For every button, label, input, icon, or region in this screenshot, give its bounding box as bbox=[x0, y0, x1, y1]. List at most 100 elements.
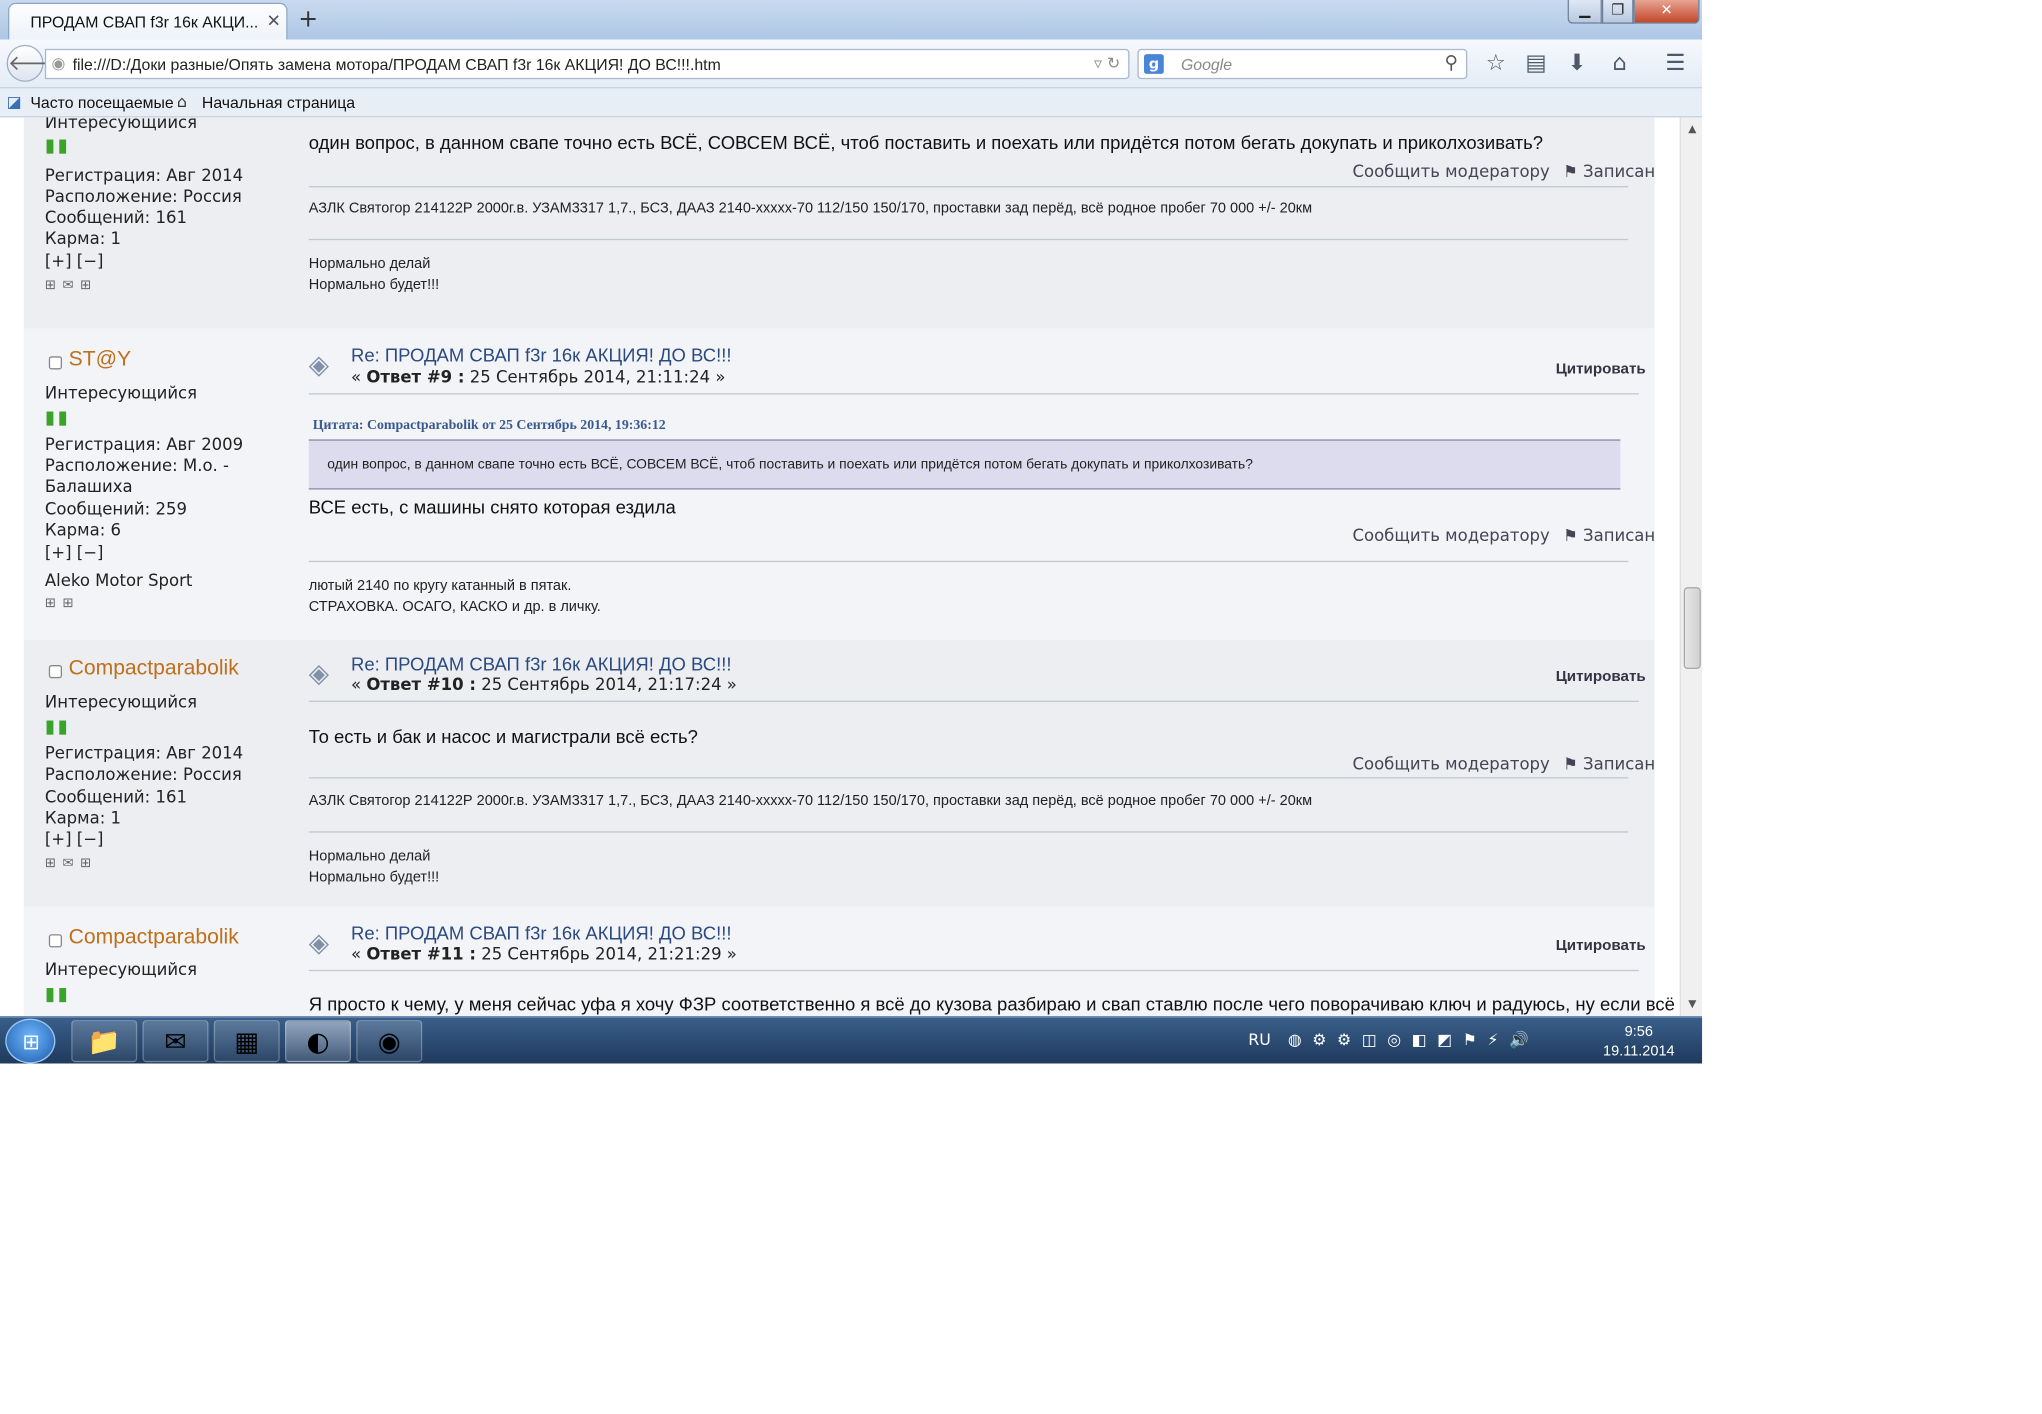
address-bar[interactable]: ◉ file:///D:/Доки разные/Опять замена мо… bbox=[44, 48, 1130, 80]
logged-label: Записан bbox=[1583, 160, 1656, 181]
search-input-placeholder: Google bbox=[1180, 55, 1233, 74]
signature-line: Нормально будет!!! bbox=[308, 277, 440, 293]
tab-strip: ПРОДАМ СВАП f3r 16к АКЦИ... ✕ + ▁ ❐ ✕ bbox=[0, 0, 1703, 40]
online-status-icon bbox=[48, 934, 63, 948]
firefox-icon: ◐ bbox=[306, 1025, 330, 1057]
start-button[interactable]: ⊞ bbox=[5, 1018, 56, 1064]
post-title[interactable]: Re: ПРОДАМ СВАП f3r 16к АКЦИЯ! ДО ВС!!! bbox=[351, 344, 732, 365]
scroll-up-icon[interactable]: ▲ bbox=[1681, 120, 1702, 138]
search-icon[interactable]: ⚲ bbox=[1445, 53, 1459, 74]
minimize-button[interactable]: ▁ bbox=[1567, 0, 1602, 24]
windows-logo-icon: ⊞ bbox=[22, 1029, 41, 1055]
author-messages: Сообщений: 161 bbox=[44, 786, 187, 807]
taskbar-network-app[interactable]: ◉ bbox=[356, 1019, 423, 1063]
language-indicator[interactable]: RU bbox=[1248, 1031, 1271, 1049]
logged-label: Записан bbox=[1583, 525, 1656, 545]
screen: ПРОДАМ СВАП f3r 16к АКЦИ... ✕ + ▁ ❐ ✕ 🡐 … bbox=[0, 0, 2042, 1414]
rank-stars-icon: ▮▮ bbox=[44, 716, 71, 738]
tab-active[interactable]: ПРОДАМ СВАП f3r 16к АКЦИ... ✕ bbox=[7, 2, 288, 40]
signature-car: АЗЛК Святогор 214122Р 2000г.в. УЗАМ3317 … bbox=[308, 793, 1313, 809]
signature-line: СТРАХОВКА. ОСАГО, КАСКО и др. в личку. bbox=[308, 599, 601, 615]
rank-stars-icon: ▮▮ bbox=[44, 984, 71, 1006]
search-box[interactable]: g Google ⚲ bbox=[1137, 48, 1468, 80]
new-tab-button[interactable]: + bbox=[298, 5, 318, 33]
google-icon[interactable]: g bbox=[1144, 54, 1164, 74]
logged-icon: ⚑ bbox=[1562, 160, 1584, 181]
author-location-cont: Балашиха bbox=[44, 476, 133, 497]
signature-line: Нормально делай bbox=[308, 848, 431, 865]
reload-icon[interactable]: ▿ ↻ bbox=[1094, 54, 1120, 72]
clock-date: 19.11.2014 bbox=[1603, 1043, 1675, 1060]
logged-label: Записан bbox=[1583, 753, 1656, 774]
scroll-down-icon[interactable]: ▼ bbox=[1681, 995, 1702, 1013]
navigation-toolbar: 🡐 ◉ file:///D:/Доки разные/Опять замена … bbox=[0, 39, 1703, 89]
divider bbox=[308, 393, 1639, 395]
author-messages: Сообщений: 259 bbox=[44, 498, 187, 519]
quote-header[interactable]: Цитата: Compactparabolik от 25 Сентябрь … bbox=[313, 418, 666, 433]
rank-stars-icon: ▮▮ bbox=[44, 135, 71, 158]
signature-line: Нормально делай bbox=[308, 255, 431, 272]
karma-controls[interactable]: [+] [−] bbox=[45, 251, 104, 271]
author-name[interactable]: Compactparabolik bbox=[69, 657, 239, 681]
karma-controls[interactable]: [+] [−] bbox=[45, 829, 104, 849]
scrollbar-thumb[interactable] bbox=[1683, 587, 1701, 669]
back-button[interactable]: 🡐 bbox=[6, 44, 65, 82]
post-title[interactable]: Re: ПРОДАМ СВАП f3r 16к АКЦИЯ! ДО ВС!!! bbox=[351, 922, 732, 943]
author-name[interactable]: Compactparabolik bbox=[69, 926, 239, 950]
page-scrollbar[interactable]: ▲ ▼ bbox=[1679, 117, 1703, 1017]
url-text: file:///D:/Доки разные/Опять замена мото… bbox=[72, 55, 721, 74]
bookmark-star-icon[interactable]: ☆ bbox=[1486, 50, 1506, 76]
author-name[interactable]: ST@Y bbox=[69, 348, 131, 372]
calculator-icon: ▦ bbox=[234, 1025, 260, 1057]
home-icon[interactable]: ⌂ bbox=[1612, 50, 1626, 76]
profile-icons[interactable]: ⊞⊞ bbox=[45, 596, 80, 611]
quote-button[interactable]: Цитировать bbox=[1556, 669, 1646, 685]
tab-close-icon[interactable]: ✕ bbox=[267, 12, 281, 32]
report-moderator-link[interactable]: Сообщить модератору bbox=[1352, 753, 1549, 773]
bookmarks-toolbar: ◪ Часто посещаемые ⌂ Начальная страница bbox=[0, 88, 1703, 118]
post-mod-links: Сообщить модератору ⚑ Записан bbox=[1352, 753, 1655, 773]
folder-icon: 📁 bbox=[87, 1025, 121, 1057]
profile-icons[interactable]: ⊞✉⊞ bbox=[45, 278, 98, 293]
quote-box: один вопрос, в данном свапе точно есть В… bbox=[308, 439, 1621, 490]
author-karma: Карма: 1 bbox=[44, 807, 122, 828]
divider bbox=[308, 777, 1629, 779]
signature-line: Нормально будет!!! bbox=[308, 869, 440, 886]
download-icon[interactable]: ⬇ bbox=[1568, 50, 1587, 76]
quote-button[interactable]: Цитировать bbox=[1556, 362, 1646, 378]
profile-icons[interactable]: ⊞✉⊞ bbox=[45, 856, 98, 871]
quote-button[interactable]: Цитировать bbox=[1556, 938, 1646, 954]
close-window-button[interactable]: ✕ bbox=[1633, 0, 1700, 24]
globe-icon: ◉ bbox=[51, 54, 66, 73]
taskbar-mail[interactable]: ✉ bbox=[142, 1019, 209, 1063]
bookmarks-list-icon[interactable]: ▤ bbox=[1525, 50, 1546, 76]
bookmark-start-page[interactable]: Начальная страница bbox=[202, 94, 355, 112]
maximize-button[interactable]: ❐ bbox=[1601, 0, 1634, 24]
bookmark-most-visited[interactable]: Часто посещаемые bbox=[30, 94, 173, 112]
forum-post: ST@Y Интересующийся ▮▮ Регистрация: Авг … bbox=[23, 328, 1656, 640]
post-icon: ◈ bbox=[308, 926, 330, 958]
taskbar-clock[interactable]: 9:56 19.11.2014 bbox=[1597, 1023, 1681, 1063]
report-moderator-link[interactable]: Сообщить модератору bbox=[1352, 161, 1549, 181]
divider bbox=[308, 969, 1639, 972]
logged-icon: ⚑ bbox=[1562, 753, 1584, 774]
author-karma: Карма: 1 bbox=[44, 228, 122, 249]
taskbar-explorer[interactable]: 📁 bbox=[71, 1019, 138, 1063]
forum-post: Интересующийся ▮▮ Регистрация: Авг 2014 … bbox=[23, 117, 1656, 329]
taskbar-calculator[interactable]: ▦ bbox=[213, 1019, 280, 1063]
report-moderator-link[interactable]: Сообщить модератору bbox=[1352, 525, 1549, 545]
menu-icon[interactable]: ☰ bbox=[1665, 50, 1685, 76]
wireless-icon: ◉ bbox=[377, 1025, 401, 1057]
screenshot: ПРОДАМ СВАП f3r 16к АКЦИ... ✕ + ▁ ❐ ✕ 🡐 … bbox=[0, 0, 1703, 1064]
post-meta: « Ответ #9 : 25 Сентябрь 2014, 21:11:24 … bbox=[350, 366, 726, 387]
divider bbox=[308, 560, 1629, 563]
author-registration: Регистрация: Авг 2014 bbox=[44, 742, 244, 763]
clock-time: 9:56 bbox=[1624, 1023, 1653, 1040]
post-body: один вопрос, в данном свапе точно есть В… bbox=[308, 131, 1544, 154]
taskbar-firefox[interactable]: ◐ bbox=[285, 1019, 351, 1063]
author-karma: Карма: 6 bbox=[44, 519, 122, 540]
karma-controls[interactable]: [+] [−] bbox=[45, 542, 104, 562]
post-body: ВСЕ есть, с машины снято которая ездила bbox=[308, 496, 676, 518]
post-title[interactable]: Re: ПРОДАМ СВАП f3r 16к АКЦИЯ! ДО ВС!!! bbox=[351, 653, 732, 674]
system-tray-icons[interactable]: ◍⚙⚙◫◎◧◩⚑⚡🔊 bbox=[1288, 1031, 1540, 1049]
